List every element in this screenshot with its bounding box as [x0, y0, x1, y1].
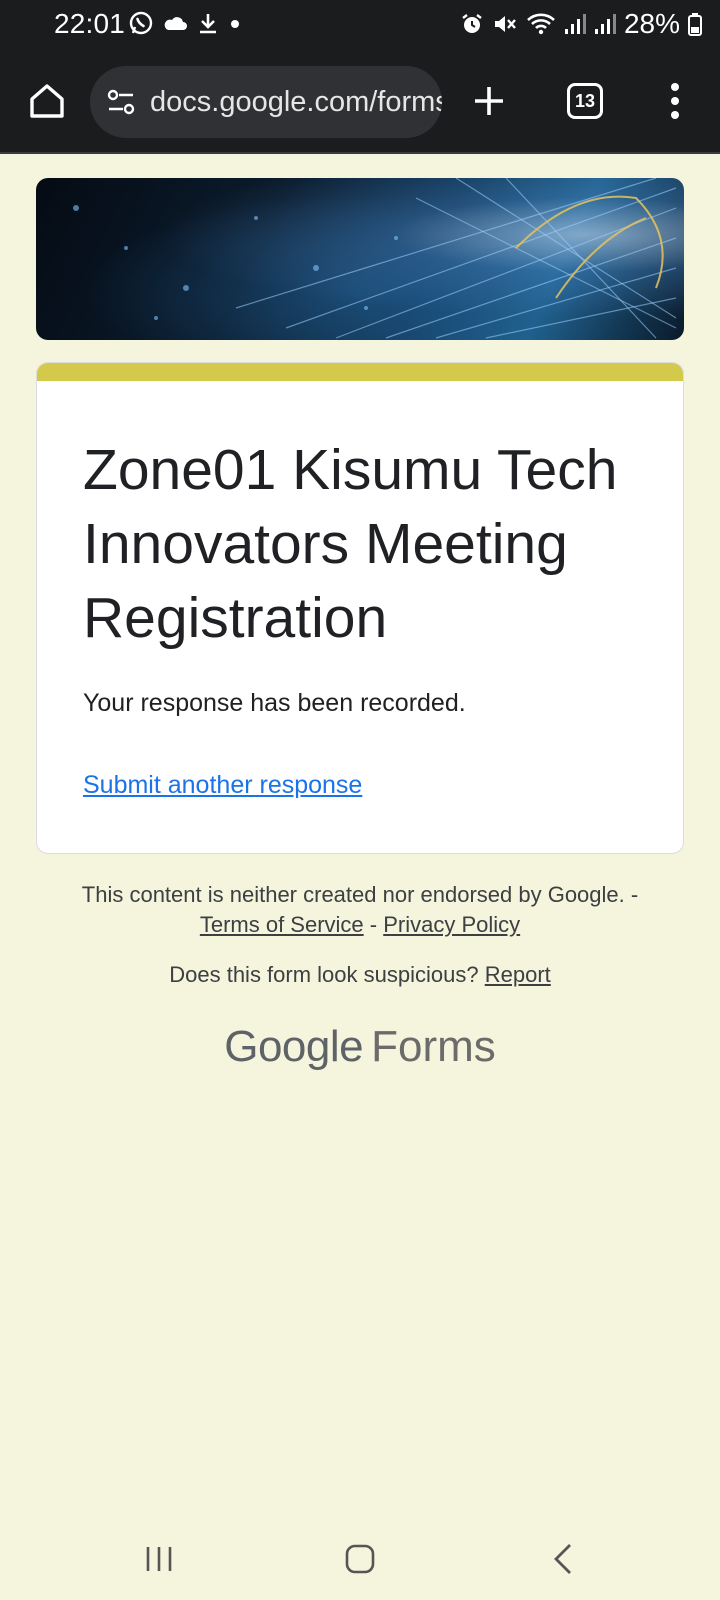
more-menu-button[interactable]	[660, 76, 690, 126]
site-settings-icon[interactable]	[106, 87, 136, 117]
footer-report-line: Does this form look suspicious? Report	[0, 960, 720, 990]
footer-links-line: Terms of Service - Privacy Policy	[0, 910, 720, 940]
privacy-policy-link[interactable]: Privacy Policy	[383, 912, 520, 937]
whatsapp-icon	[129, 11, 153, 35]
signal-icon	[564, 14, 586, 34]
home-nav-icon	[345, 1544, 375, 1574]
system-navigation-bar	[0, 1520, 720, 1600]
recent-apps-button[interactable]	[134, 1534, 184, 1584]
form-title: Zone01 Kisumu Tech Innovators Meeting Re…	[83, 438, 618, 650]
tab-switcher-button[interactable]: 13	[567, 83, 603, 119]
status-bar: 22:01 28%	[0, 0, 720, 52]
alarm-icon	[462, 14, 482, 33]
dot-icon	[231, 20, 239, 28]
signal-icon	[594, 14, 616, 34]
battery-percentage: 28%	[623, 8, 680, 39]
address-bar[interactable]: docs.google.com/forms	[90, 66, 442, 138]
confirmation-message: Your response has been recorded.	[83, 689, 466, 717]
download-icon	[200, 14, 216, 34]
home-button[interactable]	[22, 76, 72, 126]
google-forms-logo[interactable]: Google Forms	[0, 1022, 720, 1072]
disclaimer-text: This content is neither created nor endo…	[81, 882, 639, 907]
footer-disclaimer-line: This content is neither created nor endo…	[0, 880, 720, 910]
home-icon	[30, 84, 64, 118]
more-vert-icon	[671, 83, 679, 119]
logo-google-text: Google	[224, 1022, 364, 1071]
back-icon	[554, 1544, 571, 1574]
battery-icon	[688, 13, 702, 36]
recent-apps-icon	[146, 1547, 172, 1571]
cloud-icon	[164, 17, 187, 30]
mute-icon	[494, 16, 516, 32]
browser-toolbar: docs.google.com/forms 13	[0, 52, 720, 154]
home-nav-button[interactable]	[335, 1534, 385, 1584]
url-text[interactable]: docs.google.com/forms	[150, 86, 442, 119]
back-button[interactable]	[538, 1534, 588, 1584]
status-right: 28%	[460, 8, 702, 40]
form-footer: This content is neither created nor endo…	[0, 880, 720, 990]
logo-forms-text: Forms	[371, 1022, 496, 1071]
status-time: 22:01	[54, 8, 126, 39]
footer-separator: -	[369, 912, 378, 937]
banner-graphic	[73, 178, 677, 339]
report-link[interactable]: Report	[485, 962, 551, 987]
new-tab-button[interactable]	[466, 78, 512, 124]
wifi-icon	[527, 13, 555, 35]
card-accent-bar	[37, 363, 683, 381]
suspicious-text: Does this form look suspicious?	[169, 962, 479, 987]
status-left-icons	[128, 10, 242, 36]
form-header-image	[36, 178, 684, 340]
plus-icon	[475, 87, 503, 115]
terms-of-service-link[interactable]: Terms of Service	[200, 912, 364, 937]
confirmation-card: Zone01 Kisumu Tech Innovators Meeting Re…	[36, 362, 684, 854]
submit-another-response-link[interactable]: Submit another response	[83, 771, 362, 800]
